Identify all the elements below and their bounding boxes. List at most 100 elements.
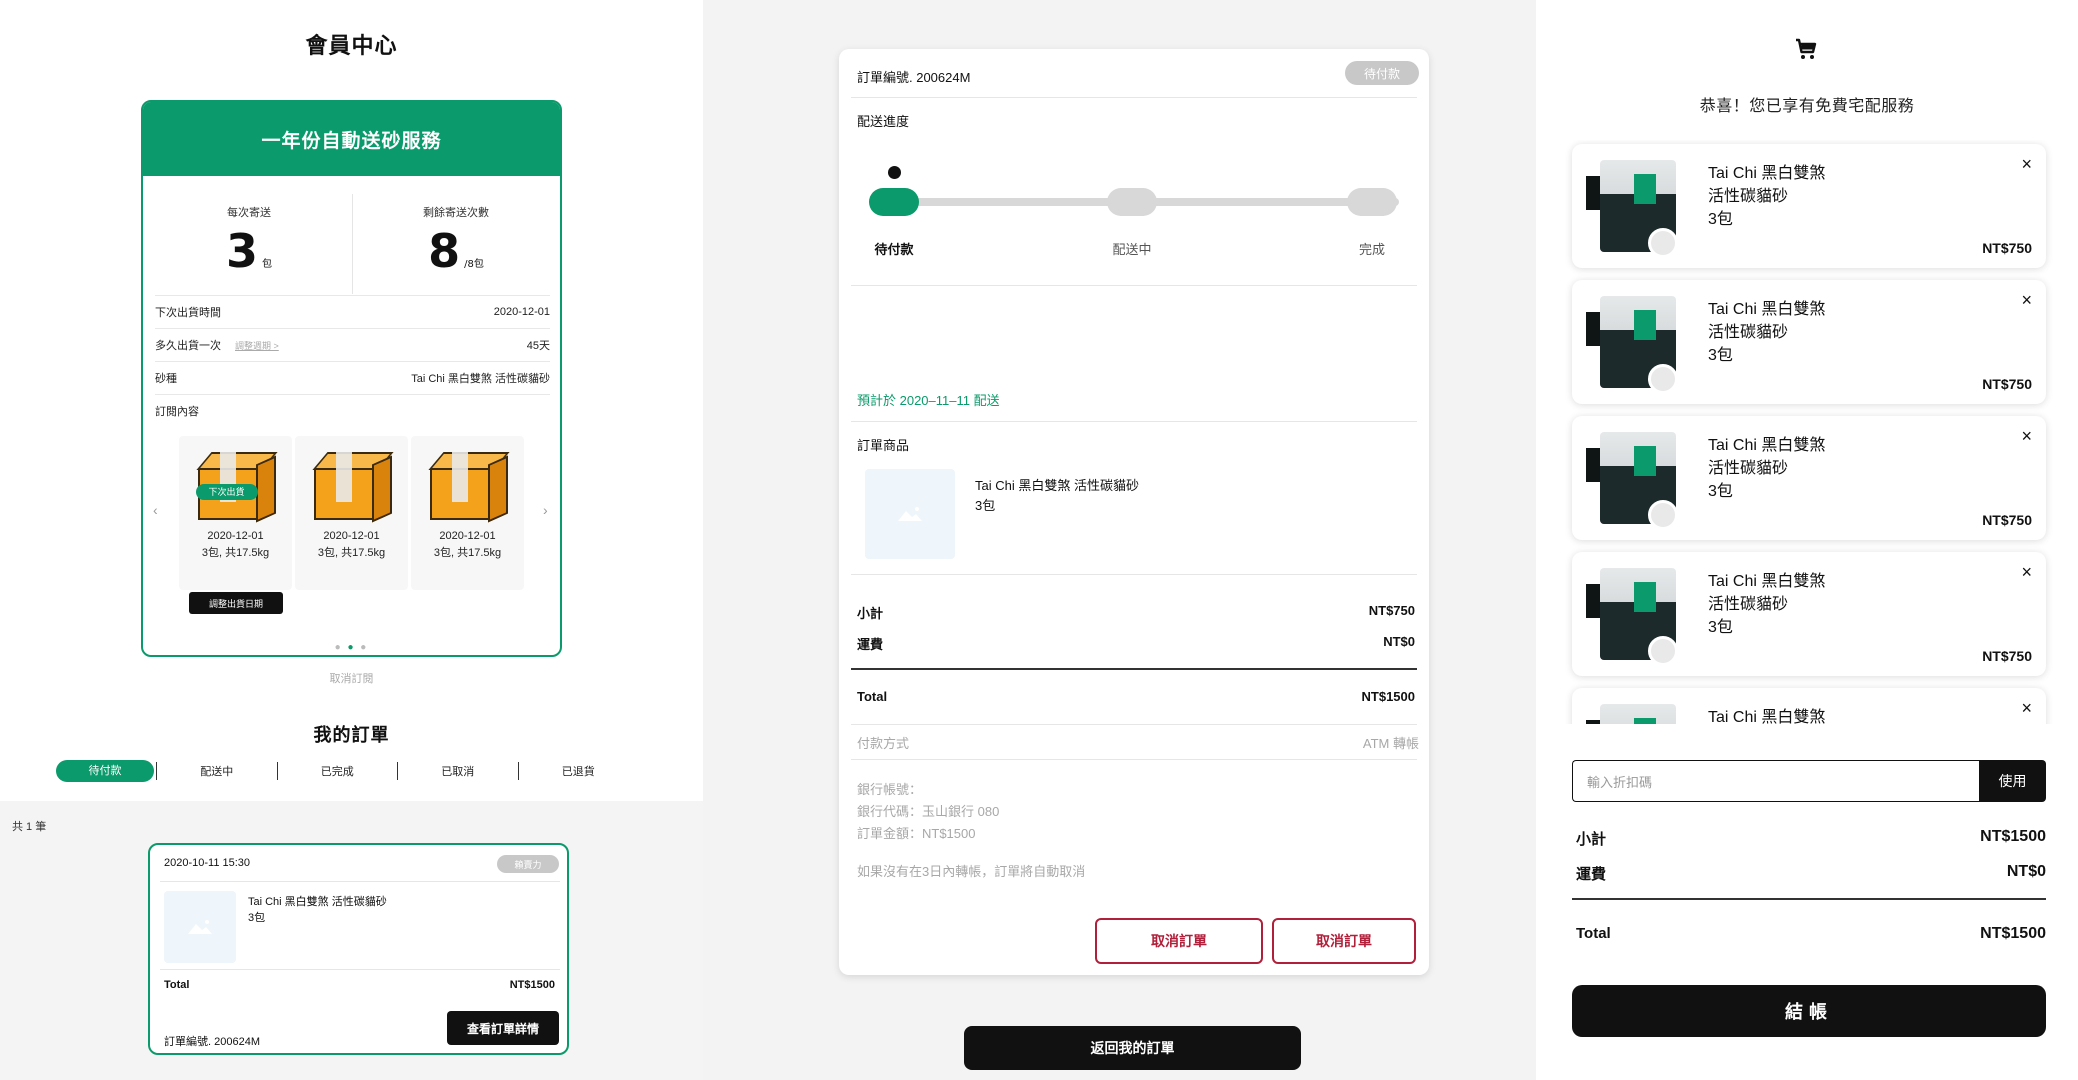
info-row-content: 訂閱內容: [155, 394, 550, 427]
cart-item: Tai Chi 黑白雙煞 活性碳貓砂 3包 × NT$750: [1572, 552, 2046, 676]
item-qty: 3包: [1708, 483, 1733, 500]
info-row-next-ship: 下次出貨時間 2020-12-01: [155, 295, 550, 328]
total-value: NT$1500: [509, 979, 555, 991]
cart-item: Tai Chi 黑白雙煞 活性碳貓砂 3包 × NT$750: [1572, 416, 2046, 540]
remove-item-icon[interactable]: ×: [2021, 154, 2032, 175]
order-number: 訂單編號. 200624M: [164, 1036, 260, 1048]
shipment-qty: 3包, 共17.5kg: [433, 547, 502, 559]
order-detail-panel: 訂單編號. 200624M 待付款 配送進度 待付款 配送中 完成 預計於 20…: [703, 0, 1536, 1080]
shipment-date: 2020-12-01: [323, 530, 380, 542]
shipment-date: 2020-12-01: [207, 530, 264, 542]
step-label-pending: 待付款: [874, 242, 914, 257]
my-orders-title: 我的訂單: [313, 725, 390, 745]
order-amount: 訂單金額：NT$1500: [857, 826, 976, 841]
info-value: 45天: [526, 340, 550, 352]
product-qty: 3包: [975, 498, 996, 513]
remaining-stat: 剩餘寄送次數 8/8包: [356, 192, 556, 294]
info-label: 下次出貨時間: [155, 307, 221, 319]
back-to-orders-button[interactable]: 返回我的訂單: [964, 1026, 1301, 1070]
item-price: NT$750: [1982, 512, 2032, 528]
page-title: 會員中心: [305, 33, 398, 58]
remove-item-icon[interactable]: ×: [2021, 698, 2032, 719]
payment-method-label: 付款方式: [857, 736, 910, 751]
cart-item: Tai Chi 黑白雙煞 ×: [1572, 688, 2046, 724]
shipment-item: 2020-12-01 3包, 共17.5kg: [411, 436, 524, 590]
order-detail-card: 訂單編號. 200624M 待付款 配送進度 待付款 配送中 完成 預計於 20…: [839, 49, 1429, 975]
tab-pending-payment[interactable]: 待付款: [56, 760, 154, 782]
order-card: 2020-10-11 15:30 賴賣力 Tai Chi 黑白雙煞 活性碳貓砂 …: [148, 843, 569, 1055]
tab-cancelled[interactable]: 已取消: [400, 763, 516, 779]
next-arrow-icon[interactable]: ›: [543, 502, 548, 518]
item-name-line1: Tai Chi 黑白雙煞: [1708, 437, 1826, 454]
bank-account: 銀行帳號：: [857, 782, 923, 797]
payment-notice: 如果沒有在3日內轉帳，訂單將自動取消: [857, 864, 1086, 879]
adjust-cycle-link[interactable]: 調整週期 >: [235, 341, 279, 351]
image-icon: [188, 920, 212, 934]
item-name-line1: Tai Chi 黑白雙煞: [1708, 165, 1826, 182]
image-icon: [898, 507, 922, 521]
tab-shipping[interactable]: 配送中: [159, 763, 275, 779]
adjust-ship-date-button[interactable]: 調整出貨日期: [189, 592, 283, 614]
cart-panel: 恭喜！您已享有免費宅配服務 Tai Chi 黑白雙煞 活性碳貓砂 3包 × NT$7…: [1536, 0, 2078, 1080]
item-price: NT$750: [1982, 240, 2032, 256]
tab-returned[interactable]: 已退貨: [521, 763, 637, 779]
cancel-order-button-2[interactable]: 取消訂單: [1272, 918, 1416, 964]
stat-divider: [352, 194, 353, 294]
remove-item-icon[interactable]: ×: [2021, 290, 2032, 311]
prev-arrow-icon[interactable]: ‹: [153, 502, 158, 518]
item-name-line2: 活性碳貓砂: [1708, 596, 1789, 613]
shipment-qty: 3包, 共17.5kg: [317, 547, 386, 559]
order-count: 共 1 筆: [12, 821, 47, 833]
cancel-subscription-link[interactable]: 取消訂閱: [0, 670, 703, 686]
shipping-value: NT$0: [2006, 863, 2046, 880]
info-label: 砂種: [155, 373, 177, 385]
item-price: NT$750: [1982, 648, 2032, 664]
total-value: NT$1500: [1980, 925, 2046, 942]
shipping-value: NT$0: [1383, 634, 1415, 649]
subtotal-value: NT$750: [1368, 603, 1415, 618]
remaining-unit: /8包: [464, 259, 484, 270]
order-items-title: 訂單商品: [857, 438, 910, 453]
apply-coupon-button[interactable]: 使用: [1979, 760, 2046, 802]
subtotal-value: NT$1500: [1980, 828, 2046, 845]
coupon-code-input[interactable]: 輸入折扣碼: [1572, 760, 1979, 802]
next-ship-tag: 下次出貨: [195, 484, 258, 500]
checkout-button[interactable]: 結帳: [1572, 985, 2046, 1037]
view-order-detail-button[interactable]: 查看訂單詳情: [447, 1011, 559, 1045]
product-image: [1586, 428, 1686, 530]
remove-item-icon[interactable]: ×: [2021, 426, 2032, 447]
subscription-header: 一年份自動送砂服務: [143, 102, 560, 176]
remove-item-icon[interactable]: ×: [2021, 562, 2032, 583]
remaining-value: 8: [428, 224, 461, 278]
order-status-tabs: 待付款 配送中 已完成 已取消 已退貨: [56, 760, 636, 782]
item-qty: 3包: [1708, 619, 1733, 636]
info-row-litter-type: 砂種 Tai Chi 黑白雙煞 活性碳貓砂: [155, 361, 550, 394]
product-image: [1586, 292, 1686, 394]
step-node-shipping: [1107, 188, 1157, 216]
shipping-label: 運費: [857, 637, 884, 652]
item-price: NT$750: [1982, 376, 2032, 392]
expected-delivery: 預計於 2020–11–11 配送: [857, 393, 1000, 408]
member-center-panel: 會員中心 一年份自動送砂服務 每次寄送 3包 剩餘寄送次數 8/8包 下次出貨時…: [0, 0, 703, 1080]
item-name-line1: Tai Chi 黑白雙煞: [1708, 301, 1826, 318]
cancel-order-button[interactable]: 取消訂單: [1095, 918, 1263, 964]
product-qty: 3包: [248, 912, 266, 924]
item-name-line2: 活性碳貓砂: [1708, 324, 1789, 341]
progress-title: 配送進度: [857, 114, 910, 129]
box-icon: [310, 448, 394, 526]
item-name-line2: 活性碳貓砂: [1708, 188, 1789, 205]
subscription-card: 一年份自動送砂服務 每次寄送 3包 剩餘寄送次數 8/8包 下次出貨時間 202…: [141, 100, 562, 657]
info-value: Tai Chi 黑白雙煞 活性碳貓砂: [411, 373, 550, 385]
tab-completed[interactable]: 已完成: [280, 763, 396, 779]
product-image-placeholder: [164, 891, 236, 963]
bank-code: 銀行代碼：玉山銀行 080: [857, 804, 1000, 819]
shipping-label: 運費: [1576, 866, 1607, 883]
cart-item-list[interactable]: Tai Chi 黑白雙煞 活性碳貓砂 3包 × NT$750 Tai Chi 黑白雙…: [1536, 140, 2078, 724]
carousel-dots[interactable]: ● ● ●: [143, 642, 560, 653]
subtotal-label: 小計: [857, 606, 884, 621]
total-label: Total: [164, 979, 190, 991]
step-node-pending: [869, 188, 919, 216]
shipment-item: 下次出貨 2020-12-01 3包, 共17.5kg: [179, 436, 292, 590]
subtotal-label: 小計: [1576, 831, 1607, 848]
total-label: Total: [857, 689, 888, 704]
